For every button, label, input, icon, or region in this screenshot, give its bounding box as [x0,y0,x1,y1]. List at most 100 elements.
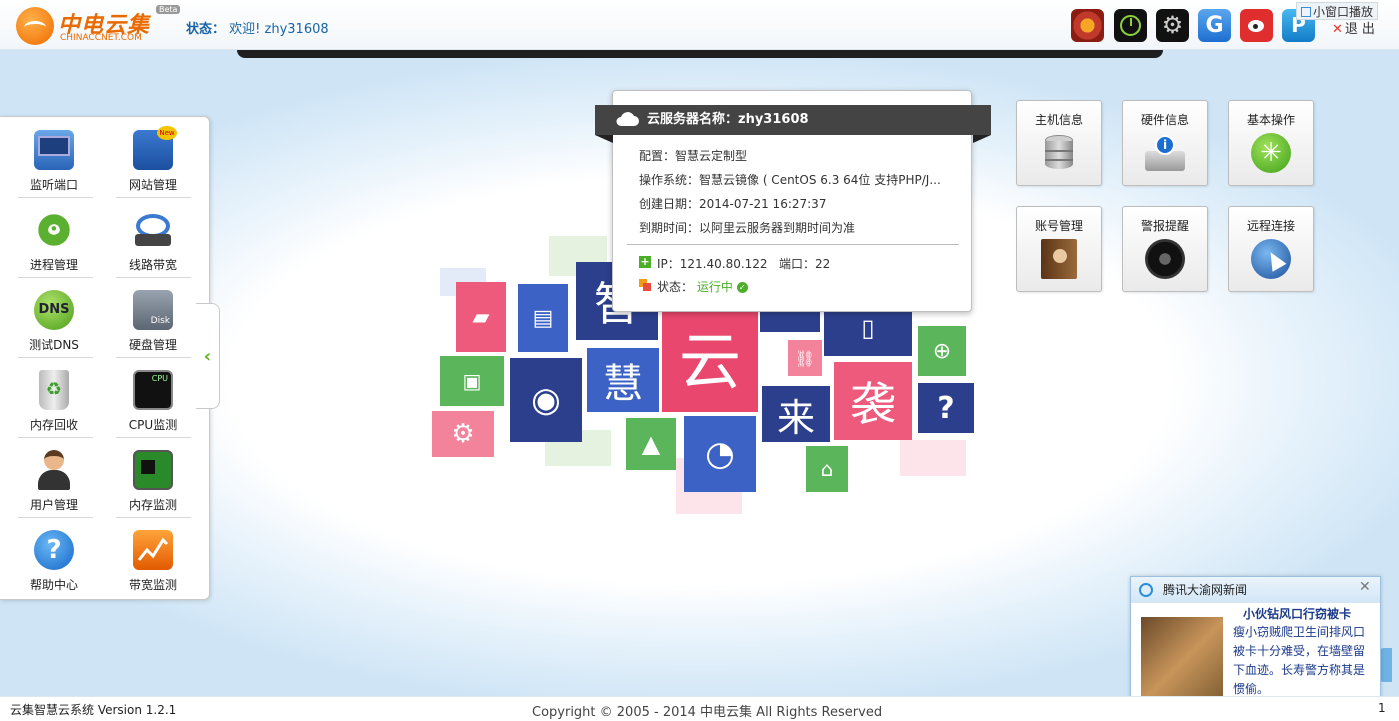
news-source: 腾讯大渝网新闻 [1163,583,1248,597]
globe-icon: ⊕ [932,338,952,364]
account-manage-button[interactable]: 账号管理 [1016,206,1102,292]
server-os: 操作系统：智慧云镜像 ( CentOS 6.3 64位 支持PHP/J... [639,173,941,187]
link-icon: ⛓ [794,348,816,368]
question-icon: ? [937,390,955,426]
truck-icon: ▰ [472,304,490,330]
server-ip-port: IP：121.40.80.122 端口：22 [657,255,830,272]
status-icon [639,279,651,291]
sidebar-item-help-center[interactable]: ? 帮助中心 [11,521,97,593]
server-info-header: 云服务器名称：zhy31608 [595,105,991,143]
server-ip: IP：121.40.80.122 [657,257,768,271]
sidebar-collapse-button[interactable]: ‹ [196,303,220,409]
server-created: 创建日期：2014-07-21 16:27:37 [639,197,827,211]
sidebar-item-process-manage[interactable]: ⚙ 进程管理 [11,201,97,273]
top-bar: 中电云集 CHINACCNET.COM Beta 状态： 欢迎! zhy3160… [0,0,1399,50]
hardware-info-button[interactable]: 硬件信息 i [1122,100,1208,186]
status-label: 状态： [186,22,226,37]
sidebar-item-memory-monitor[interactable]: 内存监测 [110,441,196,513]
tile-yun: 云 [662,300,758,412]
basic-operation-icon: ✳ [1251,133,1291,173]
footer-number: 1 [1378,701,1386,715]
memory-chip-icon [133,450,173,490]
tile-globe: ⊕ [918,326,966,376]
check-icon: ✓ [736,282,748,293]
plus-icon[interactable]: + [639,256,651,268]
divider [116,277,191,278]
tile-settings: ⚙ [432,411,494,457]
sidebar-item-user-manage[interactable]: 用户管理 [11,441,97,513]
beta-badge: Beta [156,5,181,14]
remote-connect-button[interactable]: 远程连接 [1228,206,1314,292]
package-icon: ▣ [462,369,482,393]
divider [116,197,191,198]
sidebar-item-memory-recycle[interactable]: ♻ 内存回收 [11,361,97,433]
recycle-bin-icon: ♻ [39,370,69,410]
user-status: 状态： 欢迎! zhy31608 [186,18,329,37]
sidebar-item-test-dns[interactable]: DNS 测试DNS [11,281,97,353]
news-image[interactable] [1141,617,1223,707]
username[interactable]: zhy31608 [265,22,329,37]
sidebar-item-label: 进程管理 [29,258,78,272]
news-headline[interactable]: 小伙钻风口行窃被卡 [1243,605,1351,622]
news-body[interactable]: 瘦小窃贼爬卫生间排风口被卡十分难受，在墙壁留下血迹。长寿警方称其是惯偷。 [1233,623,1373,699]
tile-char-lai: 来 [776,395,815,440]
tile-warning: ▲ [626,418,676,470]
remote-connect-icon [1251,239,1291,279]
tile-link: ⛓ [788,340,822,376]
tile-truck: ▰ [456,282,506,352]
clock-icon[interactable] [1114,9,1147,42]
server-port: 端口：22 [779,257,831,271]
divider [116,357,191,358]
tile-char-yun: 云 [678,325,741,398]
basic-operation-button[interactable]: 基本操作 ✳ [1228,100,1314,186]
network-cable-icon [133,210,173,250]
home-icon: ⌂ [820,457,834,481]
server-name-label: 云服务器名称： [647,112,739,127]
tool-sidebar: 监听端口 New 网站管理 ⚙ 进程管理 线路带宽 DNS 测试DNS Disk… [0,116,210,600]
top-dark-strip [237,50,1163,58]
tile-pie: ◔ [684,416,756,492]
host-info-button[interactable]: 主机信息 [1016,100,1102,186]
exit-label: 退出 [1344,22,1379,37]
sidebar-item-label: 内存监测 [128,498,177,512]
sidebar-item-label: 监听端口 [29,178,78,192]
user-icon [34,450,74,490]
google-icon[interactable]: G [1198,9,1231,42]
pie-chart-icon: ◔ [705,434,735,474]
sidebar-item-label: 测试DNS [29,338,79,352]
welcome-text: 欢迎! [229,22,261,37]
tile-home: ⌂ [806,446,848,492]
documents-icon: ▤ [532,305,554,331]
gear-icon[interactable]: ⚙ [1156,9,1189,42]
disc-icon: ◉ [531,380,561,420]
shield-icon[interactable] [1071,9,1104,42]
hardware-info-icon: i [1145,133,1185,173]
sidebar-item-label: 硬盘管理 [128,338,177,352]
sidebar-item-bandwidth-monitor[interactable]: 带宽监测 [110,521,196,593]
dns-icon: DNS [34,290,74,330]
help-icon: ? [34,530,74,570]
port-monitor-icon [34,130,74,170]
alarm-reminder-button[interactable]: 警报提醒 [1122,206,1208,292]
logo[interactable]: 中电云集 CHINACCNET.COM Beta [16,5,181,45]
sidebar-item-port-monitor[interactable]: 监听端口 [11,121,97,193]
new-badge: New [157,126,177,140]
weibo-icon[interactable] [1240,9,1273,42]
sidebar-item-cpu-monitor[interactable]: CPU CPU监测 [110,361,196,433]
divider [18,277,93,278]
alarm-speaker-icon [1145,239,1185,279]
tile-shadow [900,440,966,476]
button-label: 基本操作 [1246,113,1295,127]
tile-xi: 袭 [834,362,912,440]
sidebar-item-line-bandwidth[interactable]: 线路带宽 [110,201,196,273]
sidebar-item-website-manage[interactable]: New 网站管理 [110,121,196,193]
sidebar-item-label: 网站管理 [128,178,177,192]
sidebar-item-disk-manage[interactable]: Disk 硬盘管理 [110,281,196,353]
button-label: 账号管理 [1034,219,1083,233]
warning-icon: ▲ [641,430,661,458]
tile-hui: 慧 [587,348,659,412]
button-label: 警报提醒 [1140,219,1189,233]
news-close-button[interactable]: ✕ [1359,579,1371,595]
server-info-card: 云服务器名称：zhy31608 配置：智慧云定制型 操作系统：智慧云镜像 ( C… [595,90,991,312]
exit-button[interactable]: ✕ 退出 [1332,18,1379,37]
